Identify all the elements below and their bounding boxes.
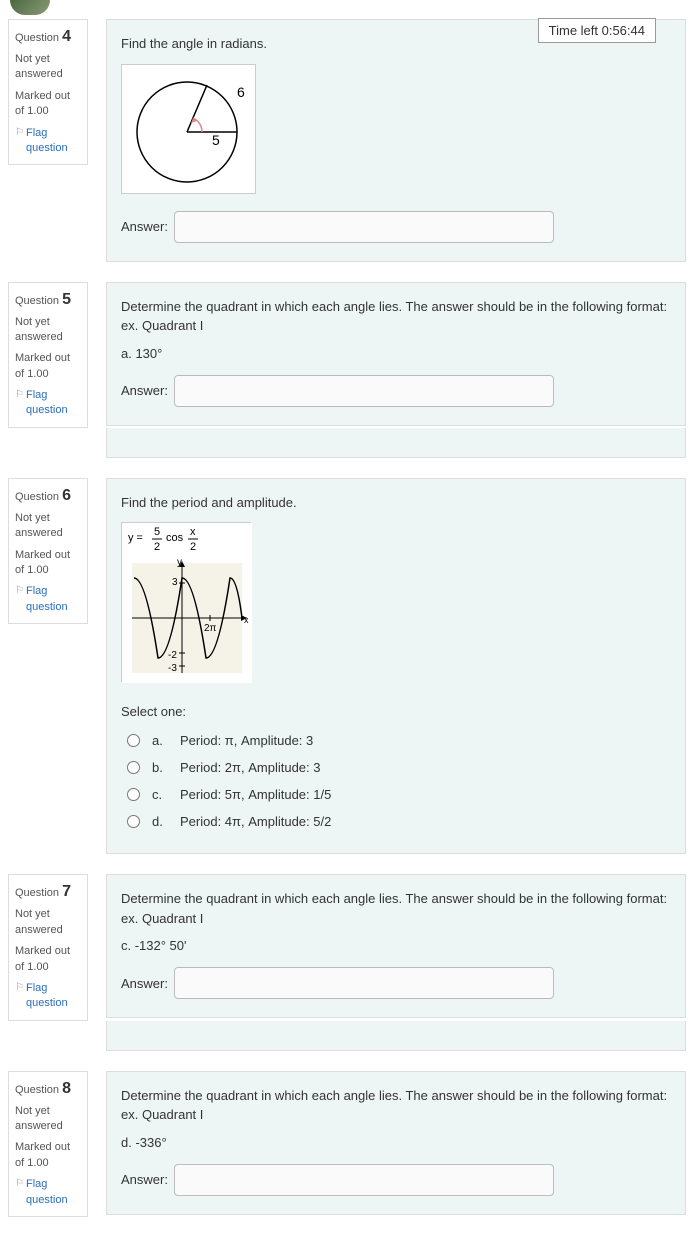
- question-sidebar: Question 7 Not yet answered Marked out o…: [8, 874, 88, 1020]
- flag-question-link[interactable]: ⚐ Flag question: [15, 126, 81, 157]
- circle-diagram-image: 6 5: [121, 64, 256, 194]
- flag-question-link[interactable]: ⚐ Flag question: [15, 584, 81, 615]
- svg-text:5: 5: [154, 526, 160, 538]
- flag-icon: ⚐: [15, 126, 24, 140]
- answer-input[interactable]: [174, 1164, 554, 1196]
- question-8: Question 8 Not yet answered Marked out o…: [8, 1071, 686, 1217]
- answer-input[interactable]: [174, 967, 554, 999]
- flag-question-link[interactable]: ⚐ Flag question: [15, 1177, 81, 1208]
- diagram-radius-label: 5: [212, 132, 220, 148]
- answer-label: Answer:: [121, 1172, 168, 1187]
- answer-label: Answer:: [121, 219, 168, 234]
- timer-box: Time left 0:56:44: [538, 18, 656, 43]
- svg-text:y =: y =: [128, 532, 143, 544]
- flag-icon: ⚐: [15, 1177, 24, 1191]
- answer-row: Answer:: [121, 967, 671, 999]
- status-text: Not yet answered: [15, 907, 81, 938]
- option-b: b. Period: 2π, Amplitude: 3: [121, 754, 671, 781]
- radio-option-d[interactable]: [127, 815, 140, 828]
- flag-icon: ⚐: [15, 981, 24, 995]
- question-label: Question 7: [15, 883, 81, 901]
- svg-text:-2: -2: [168, 650, 177, 661]
- option-c: c. Period: 5π, Amplitude: 1/5: [121, 781, 671, 808]
- question-prompt: Find the period and amplitude.: [121, 493, 671, 513]
- question-label: Question 8: [15, 1080, 81, 1098]
- flag-question-link[interactable]: ⚐ Flag question: [15, 981, 81, 1012]
- answer-row: Answer:: [121, 1164, 671, 1196]
- content-footer: [106, 1021, 686, 1051]
- question-sidebar: Question 6 Not yet answered Marked out o…: [8, 478, 88, 624]
- marked-text: Marked out of 1.00: [15, 548, 81, 579]
- question-prompt: Determine the quadrant in which each ang…: [121, 1086, 671, 1125]
- option-text: Period: 4π, Amplitude: 5/2: [180, 814, 331, 829]
- flag-icon: ⚐: [15, 388, 24, 402]
- question-label: Question 4: [15, 28, 81, 46]
- diagram-arc-label: 6: [237, 84, 245, 100]
- svg-text:2π: 2π: [204, 623, 217, 634]
- question-sidebar: Question 5 Not yet answered Marked out o…: [8, 282, 88, 428]
- option-d: d. Period: 4π, Amplitude: 5/2: [121, 808, 671, 835]
- question-label: Question 5: [15, 291, 81, 309]
- answer-row: Answer:: [121, 375, 671, 407]
- question-content: Determine the quadrant in which each ang…: [106, 874, 686, 1018]
- answer-input[interactable]: [174, 211, 554, 243]
- svg-text:-3: -3: [168, 663, 177, 674]
- marked-text: Marked out of 1.00: [15, 89, 81, 120]
- option-text: Period: 2π, Amplitude: 3: [180, 760, 321, 775]
- question-sub: a. 130°: [121, 346, 671, 361]
- answer-label: Answer:: [121, 976, 168, 991]
- option-a: a. Period: π, Amplitude: 3: [121, 727, 671, 754]
- question-6: Question 6 Not yet answered Marked out o…: [8, 478, 686, 855]
- question-content: Determine the quadrant in which each ang…: [106, 1071, 686, 1215]
- svg-text:3: 3: [172, 577, 178, 588]
- answer-input[interactable]: [174, 375, 554, 407]
- content-footer: [106, 428, 686, 458]
- radio-option-c[interactable]: [127, 788, 140, 801]
- question-7: Question 7 Not yet answered Marked out o…: [8, 874, 686, 1020]
- radio-option-b[interactable]: [127, 761, 140, 774]
- status-text: Not yet answered: [15, 315, 81, 346]
- radio-option-a[interactable]: [127, 734, 140, 747]
- marked-text: Marked out of 1.00: [15, 944, 81, 975]
- question-sidebar: Question 4 Not yet answered Marked out o…: [8, 19, 88, 165]
- timer-label: Time left 0:56:44: [549, 23, 645, 38]
- answer-row: Answer:: [121, 211, 671, 243]
- flag-icon: ⚐: [15, 584, 24, 598]
- svg-text:x: x: [190, 526, 196, 538]
- select-one-label: Select one:: [121, 704, 671, 719]
- avatar: [10, 0, 50, 15]
- answer-label: Answer:: [121, 383, 168, 398]
- question-label: Question 6: [15, 487, 81, 505]
- question-sidebar: Question 8 Not yet answered Marked out o…: [8, 1071, 88, 1217]
- question-4: Question 4 Not yet answered Marked out o…: [8, 19, 686, 262]
- question-sub: d. -336°: [121, 1135, 671, 1150]
- question-prompt: Determine the quadrant in which each ang…: [121, 889, 671, 928]
- question-content: Determine the quadrant in which each ang…: [106, 282, 686, 426]
- status-text: Not yet answered: [15, 52, 81, 83]
- question-content: Find the angle in radians. 6 5 Answer:: [106, 19, 686, 262]
- marked-text: Marked out of 1.00: [15, 1140, 81, 1171]
- svg-text:cos: cos: [166, 532, 184, 544]
- option-text: Period: π, Amplitude: 3: [180, 733, 313, 748]
- marked-text: Marked out of 1.00: [15, 351, 81, 382]
- question-sub: c. -132° 50': [121, 938, 671, 953]
- svg-text:2: 2: [154, 541, 160, 553]
- svg-text:2: 2: [190, 541, 196, 553]
- question-prompt: Determine the quadrant in which each ang…: [121, 297, 671, 336]
- cosine-diagram-image: y = 5 2 cos x 2 y x: [121, 522, 251, 682]
- question-5: Question 5 Not yet answered Marked out o…: [8, 282, 686, 428]
- status-text: Not yet answered: [15, 1104, 81, 1135]
- question-content: Find the period and amplitude. y = 5 2 c…: [106, 478, 686, 855]
- flag-question-link[interactable]: ⚐ Flag question: [15, 388, 81, 419]
- status-text: Not yet answered: [15, 511, 81, 542]
- option-text: Period: 5π, Amplitude: 1/5: [180, 787, 331, 802]
- svg-text:y: y: [177, 557, 182, 568]
- svg-text:x: x: [244, 615, 249, 625]
